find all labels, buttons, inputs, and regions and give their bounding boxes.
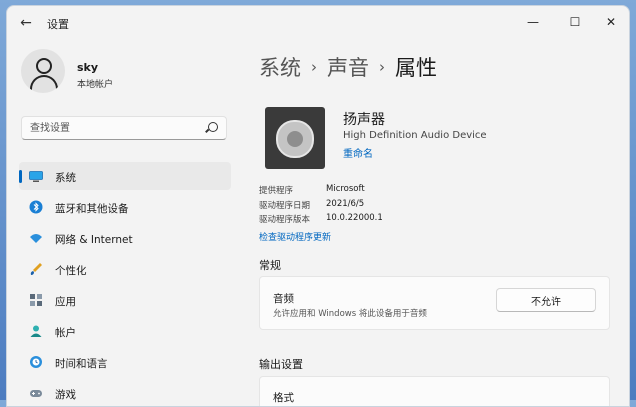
sidebar-item-gaming[interactable]: 游戏 <box>19 379 231 406</box>
device-description: High Definition Audio Device <box>343 130 487 141</box>
user-name: sky <box>77 61 99 74</box>
check-driver-update-link[interactable]: 检查驱动程序更新 <box>259 230 331 243</box>
disallow-button[interactable]: 不允许 <box>496 288 596 312</box>
general-section-title: 常规 <box>259 259 281 272</box>
gamepad-icon <box>30 390 42 397</box>
sidebar-item-personalization[interactable]: 个性化 <box>19 255 231 286</box>
rename-link[interactable]: 重命名 <box>343 145 373 160</box>
audio-card: 音频 允许应用和 Windows 将此设备用于音频 不允许 <box>259 276 610 330</box>
driver-info-label: 驱动程序版本 <box>259 215 311 225</box>
page-title: 属性 <box>395 56 437 80</box>
output-section-title: 输出设置 <box>259 358 303 371</box>
audio-subtitle: 允许应用和 Windows 将此设备用于音频 <box>273 309 427 319</box>
driver-info-value: Microsoft <box>326 184 365 194</box>
main-content: 系统 › 声音 › 属性 扬声器 High Definition Audio Devic… <box>259 6 629 406</box>
format-label: 格式 <box>273 392 294 404</box>
sidebar-item-label: 帐户 <box>55 327 76 339</box>
driver-info-label: 驱动程序日期 <box>259 200 311 211</box>
sidebar-item-label: 应用 <box>55 296 76 308</box>
back-arrow-icon[interactable]: ← <box>17 14 35 32</box>
device-name: 扬声器 <box>343 112 385 128</box>
format-card[interactable]: 格式 <box>259 376 610 406</box>
account-type: 本地帐户 <box>77 80 114 90</box>
user-head-icon <box>36 58 52 74</box>
driver-info-value: 2021/6/5 <box>326 198 365 209</box>
monitor-icon <box>29 171 43 182</box>
speaker-icon <box>265 107 325 169</box>
user-body-icon <box>30 75 58 91</box>
globe-clock-icon <box>30 356 42 368</box>
breadcrumb: 系统 › 声音 › 属性 <box>259 52 437 82</box>
settings-window: ← 设置 — ☐ ✕ sky 本地帐户 系统 蓝牙和其他设备 <box>6 5 630 407</box>
sidebar-item-label: 网络 & Internet <box>55 234 133 246</box>
driver-info-value: 10.0.22000.1 <box>326 213 383 223</box>
sidebar-item-apps[interactable]: 应用 <box>19 286 231 317</box>
breadcrumb-separator: › <box>379 58 385 76</box>
sidebar-item-network[interactable]: 网络 & Internet <box>19 224 231 255</box>
sidebar-item-system[interactable]: 系统 <box>19 162 231 190</box>
search-icon[interactable] <box>208 122 218 132</box>
sidebar-item-label: 时间和语言 <box>55 358 108 370</box>
sidebar-nav: 系统 蓝牙和其他设备 网络 & Internet 个性化 应用 帐户 时间和语言… <box>19 162 231 406</box>
bluetooth-icon <box>29 200 43 214</box>
breadcrumb-separator: › <box>311 58 317 76</box>
search-input[interactable] <box>30 121 200 135</box>
avatar[interactable] <box>21 49 65 93</box>
breadcrumb-sound[interactable]: 声音 <box>327 56 369 80</box>
search-box[interactable] <box>21 116 227 140</box>
brush-icon <box>30 263 42 275</box>
audio-title: 音频 <box>273 293 294 305</box>
window-title: 设置 <box>47 18 69 31</box>
sidebar-item-bluetooth[interactable]: 蓝牙和其他设备 <box>19 193 231 224</box>
apps-icon <box>30 294 42 306</box>
sidebar-item-accounts[interactable]: 帐户 <box>19 317 231 348</box>
sidebar-item-label: 系统 <box>55 172 76 184</box>
wifi-icon <box>30 234 42 243</box>
account-icon <box>30 325 42 337</box>
driver-info-label: 提供程序 <box>259 186 294 196</box>
breadcrumb-system[interactable]: 系统 <box>259 56 301 80</box>
sidebar-item-label: 个性化 <box>55 265 87 277</box>
sidebar-item-time-language[interactable]: 时间和语言 <box>19 348 231 379</box>
sidebar-item-label: 蓝牙和其他设备 <box>55 203 129 215</box>
